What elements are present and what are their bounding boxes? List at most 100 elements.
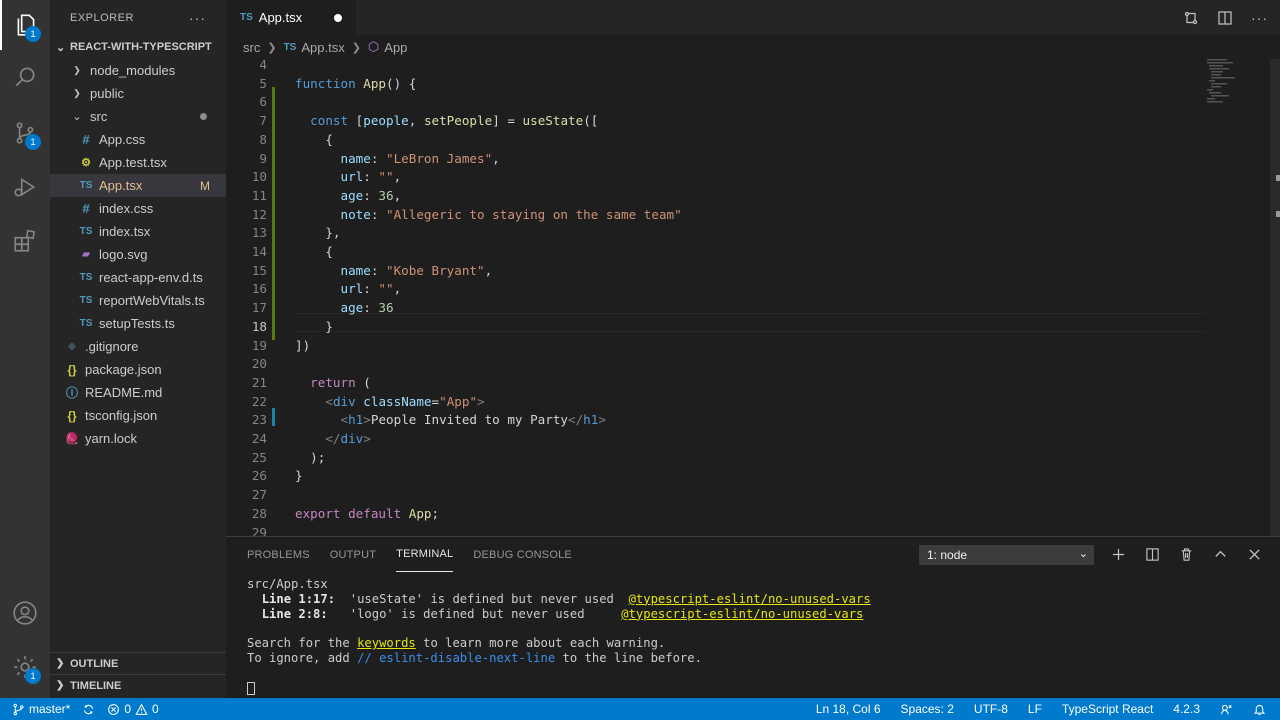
code-line[interactable]: 28 export default App;	[226, 505, 1280, 524]
project-folder-header[interactable]: ⌄ REACT-WITH-TYPESCRIPT	[50, 35, 226, 59]
compare-changes-icon[interactable]	[1183, 10, 1199, 26]
typescript-version[interactable]: 4.2.3	[1173, 702, 1200, 716]
tree-item-index-css[interactable]: # index.css	[50, 197, 226, 220]
close-icon[interactable]	[1247, 547, 1262, 562]
tree-item-app-test-tsx[interactable]: ⚙ App.test.tsx	[50, 151, 226, 174]
search-activity[interactable]	[0, 52, 50, 102]
code-text: age: 36	[340, 300, 394, 316]
code-line[interactable]: 8 {	[226, 131, 1280, 150]
tree-item-logo-svg[interactable]: ▰ logo.svg	[50, 243, 226, 266]
minimap[interactable]	[1205, 59, 1265, 536]
typescript-icon: TS	[240, 12, 253, 23]
code-line[interactable]: 20	[226, 355, 1280, 374]
code-line[interactable]: 27	[226, 486, 1280, 505]
tab-app-tsx[interactable]: TS App.tsx	[226, 0, 356, 35]
tab-debug-console[interactable]: DEBUG CONSOLE	[473, 537, 572, 572]
tree-item-package-json[interactable]: {} package.json	[50, 358, 226, 381]
tree-item-reportwebvitals-ts[interactable]: TS reportWebVitals.ts	[50, 289, 226, 312]
language-mode[interactable]: TypeScript React	[1062, 702, 1153, 716]
breadcrumb-symbol[interactable]: App	[384, 40, 407, 55]
breadcrumb-file[interactable]: App.tsx	[301, 40, 344, 55]
tree-item-index-tsx[interactable]: TS index.tsx	[50, 220, 226, 243]
end-of-line[interactable]: LF	[1028, 702, 1042, 716]
code-line[interactable]: 23 <h1>People Invited to my Party</h1>	[226, 411, 1280, 430]
tree-item-app-tsx[interactable]: TS App.tsx M	[50, 174, 226, 197]
timeline-section[interactable]: ❯ TIMELINE	[50, 674, 226, 696]
code-line[interactable]: 4	[226, 59, 1280, 75]
sync-status[interactable]	[82, 703, 95, 716]
tab-terminal[interactable]: TERMINAL	[396, 537, 454, 572]
accounts-activity[interactable]	[0, 588, 50, 638]
feedback-status[interactable]	[1220, 703, 1233, 716]
unsaved-dot-icon[interactable]	[334, 13, 342, 22]
code-line[interactable]: 12 note: "Allegeric to staying on the sa…	[226, 206, 1280, 225]
tree-item-setuptests-ts[interactable]: TS setupTests.ts	[50, 312, 226, 335]
code-line[interactable]: 17 age: 36	[226, 299, 1280, 318]
problems-status[interactable]: 0 0	[107, 702, 159, 716]
code-line[interactable]: 26}	[226, 467, 1280, 486]
code-line[interactable]: 9 name: "LeBron James",	[226, 150, 1280, 169]
tree-item-readme-md[interactable]: ⓘ README.md	[50, 381, 226, 404]
code-line[interactable]: 21 return (	[226, 374, 1280, 393]
extensions-activity[interactable]	[0, 216, 50, 266]
code-line[interactable]: 14 {	[226, 243, 1280, 262]
code-line[interactable]: 7 const [people, setPeople] = useState([	[226, 112, 1280, 131]
tree-item-react-app-env-d-ts[interactable]: TS react-app-env.d.ts	[50, 266, 226, 289]
tree-item-src[interactable]: ⌄ src	[50, 105, 226, 128]
code-line[interactable]: 16 url: "",	[226, 280, 1280, 299]
modified-dot-icon	[200, 113, 207, 120]
maximize-panel-icon[interactable]	[1213, 547, 1228, 562]
search-hint-keyword[interactable]: keywords	[357, 636, 416, 650]
notifications-status[interactable]	[1253, 703, 1266, 716]
code-line[interactable]: 18 }	[226, 318, 1280, 337]
run-debug-activity[interactable]	[0, 162, 50, 212]
code-line[interactable]: 5 function App() {	[226, 75, 1280, 94]
manage-activity[interactable]: 1	[0, 642, 50, 692]
terminal-select[interactable]: 1: node ⌄	[919, 545, 1094, 565]
warning-2-rule[interactable]: @typescript-eslint/no-unused-vars	[621, 607, 863, 621]
code-line[interactable]: 19])	[226, 337, 1280, 356]
explorer-activity[interactable]: 1	[0, 0, 50, 50]
outline-section[interactable]: ❯ OUTLINE	[50, 652, 226, 674]
split-terminal-icon[interactable]	[1145, 547, 1160, 562]
vertical-scrollbar[interactable]	[1266, 59, 1280, 536]
typescript-file-icon: TS	[79, 318, 93, 329]
source-control-activity[interactable]: 1	[0, 108, 50, 158]
indentation[interactable]: Spaces: 2	[901, 702, 954, 716]
breadcrumb-folder[interactable]: src	[243, 40, 260, 55]
tree-item-app-css[interactable]: # App.css	[50, 128, 226, 151]
new-terminal-icon[interactable]	[1111, 547, 1126, 562]
chevron-right-icon: ❯	[351, 41, 361, 54]
tab-output[interactable]: OUTPUT	[330, 537, 376, 572]
tree-item-label: yarn.lock	[85, 431, 138, 446]
code-line[interactable]: 10 url: "",	[226, 168, 1280, 187]
branch-status[interactable]: master*	[12, 702, 70, 716]
code-line[interactable]: 11 age: 36,	[226, 187, 1280, 206]
more-actions-icon[interactable]: ···	[1251, 10, 1268, 26]
code-line[interactable]: 13 },	[226, 224, 1280, 243]
tree-item-node-modules[interactable]: ❯ node_modules	[50, 59, 226, 82]
cursor-position[interactable]: Ln 18, Col 6	[816, 702, 881, 716]
code-line[interactable]: 6	[226, 93, 1280, 112]
code-text: }	[295, 468, 303, 484]
terminal-output[interactable]: src/App.tsx Line 1:17: 'useState' is def…	[247, 577, 1257, 695]
code-line[interactable]: 24 </div>	[226, 430, 1280, 449]
warning-1-rule[interactable]: @typescript-eslint/no-unused-vars	[629, 592, 871, 606]
code-line[interactable]: 15 name: "Kobe Bryant",	[226, 262, 1280, 281]
tree-item-yarn-lock[interactable]: 🧶 yarn.lock	[50, 427, 226, 450]
encoding[interactable]: UTF-8	[974, 702, 1008, 716]
tree-item-label: App.test.tsx	[99, 155, 167, 170]
code-line[interactable]: 25 );	[226, 449, 1280, 468]
line-number: 29	[251, 524, 267, 537]
more-actions-icon[interactable]: ···	[189, 10, 206, 26]
trash-icon[interactable]	[1179, 547, 1194, 562]
code-editor[interactable]: 4 5 function App() {6 7 const [people, setP…	[226, 59, 1280, 536]
tab-problems[interactable]: PROBLEMS	[247, 537, 310, 572]
split-editor-icon[interactable]	[1217, 10, 1233, 26]
code-line[interactable]: 29	[226, 524, 1280, 537]
code-line[interactable]: 22 <div className="App">	[226, 393, 1280, 412]
tree-item-gitignore[interactable]: ◆ .gitignore	[50, 335, 226, 358]
tree-item-tsconfig-json[interactable]: {} tsconfig.json	[50, 404, 226, 427]
tree-item-public[interactable]: ❯ public	[50, 82, 226, 105]
warning-2-location: Line 2:8:	[261, 606, 328, 621]
